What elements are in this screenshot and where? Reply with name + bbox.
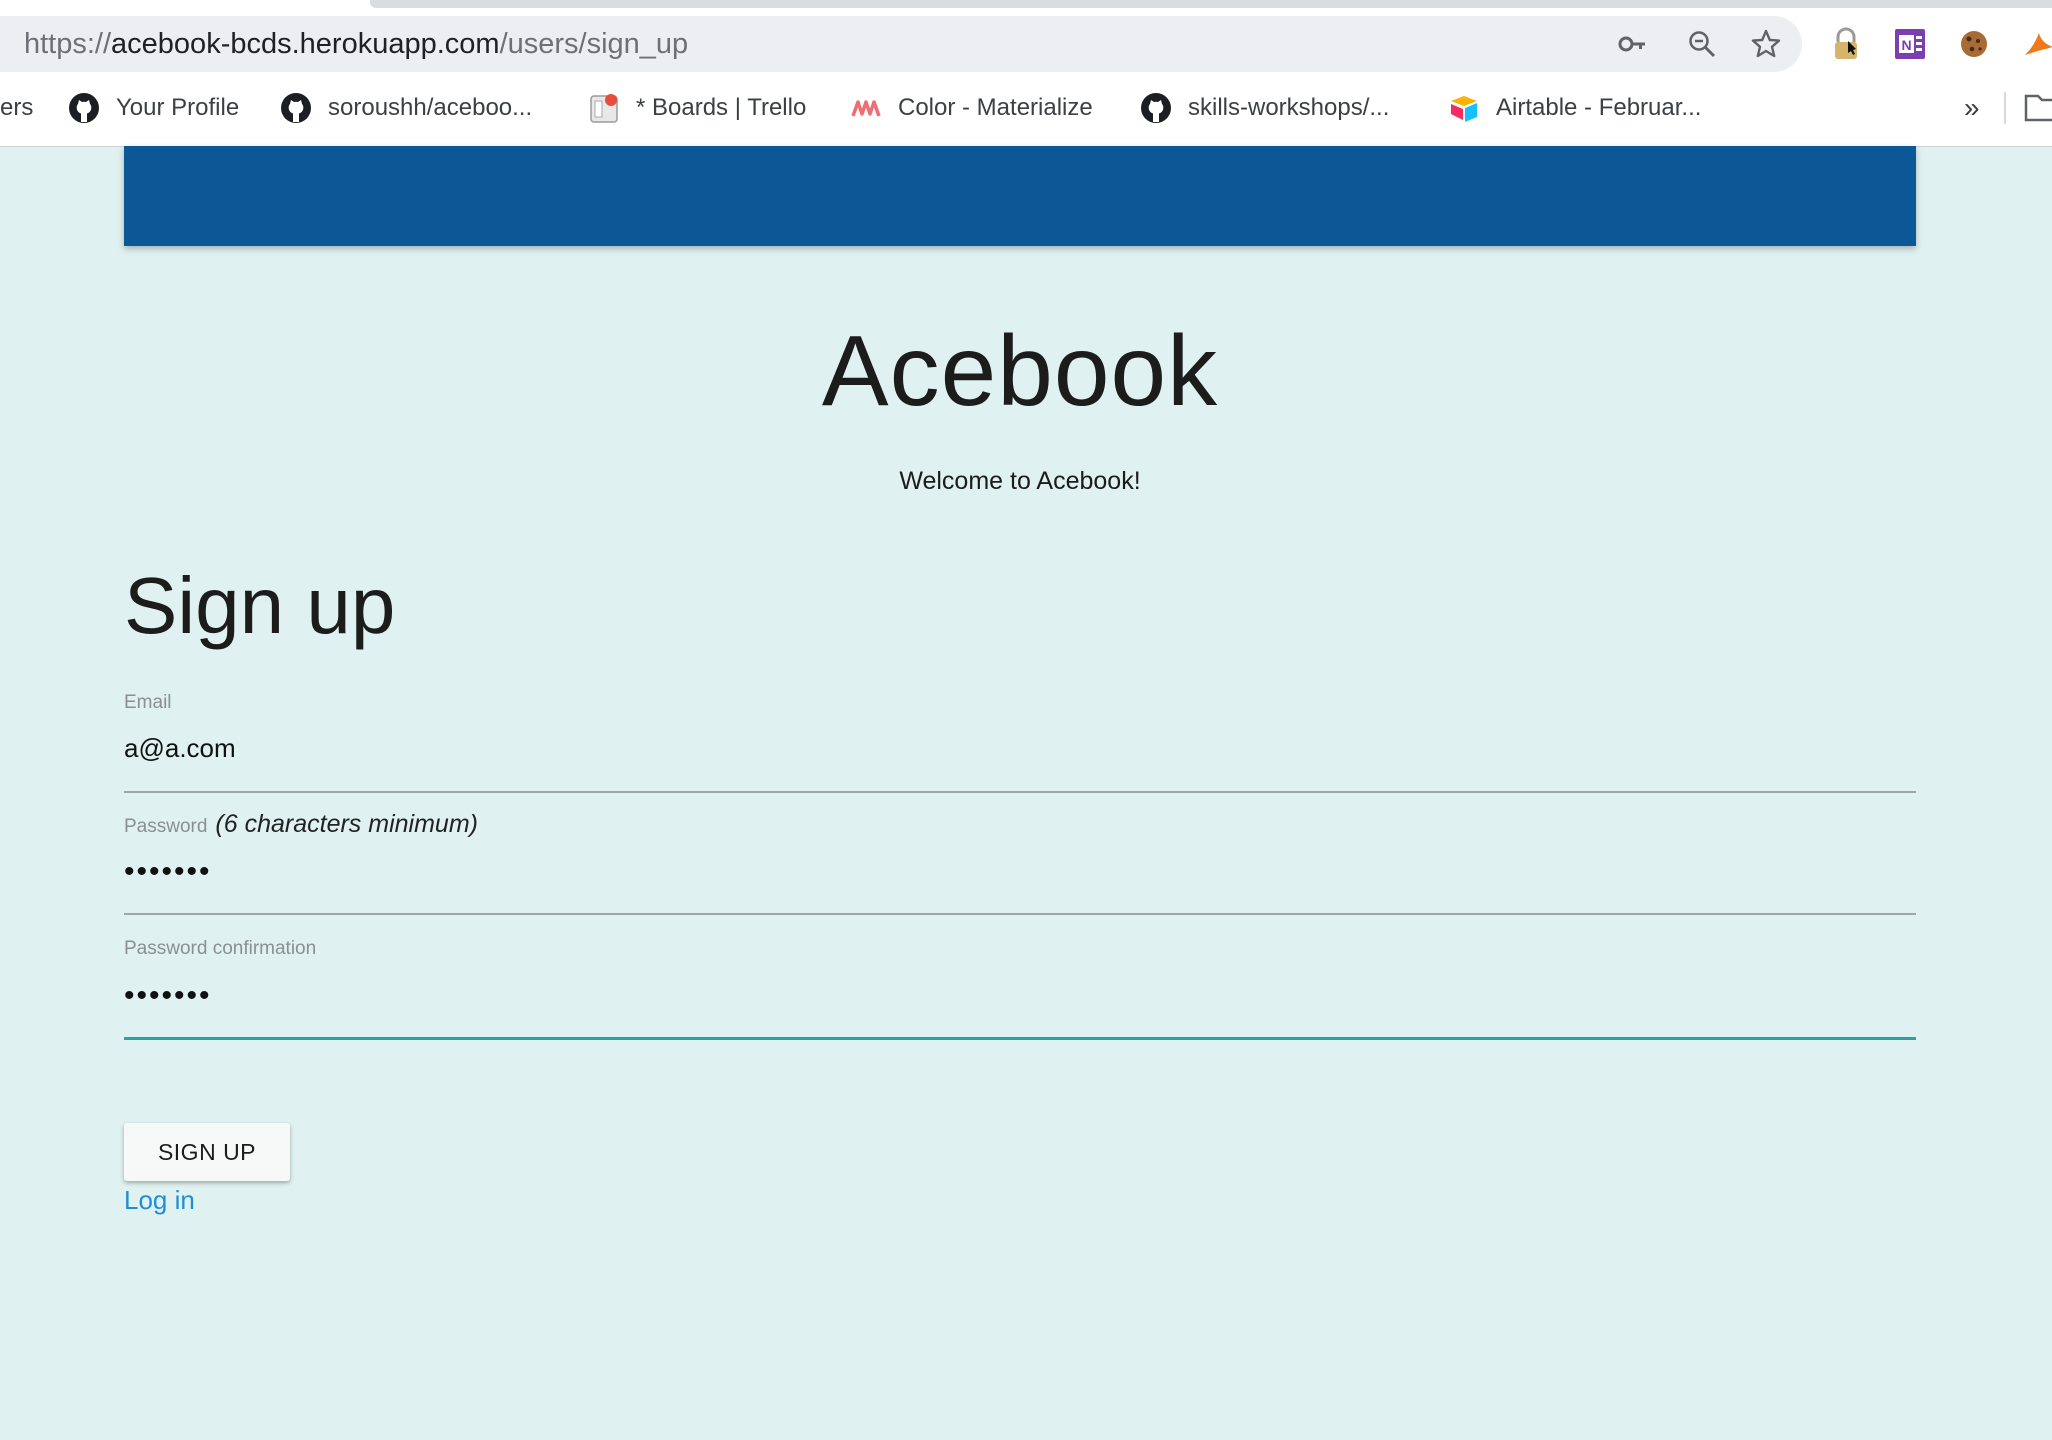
key-icon[interactable] [1612, 16, 1652, 72]
browser-chrome: https://acebook-bcds.herokuapp.com/users… [0, 0, 2052, 147]
top-navbar [124, 146, 1916, 246]
fox-extension-icon[interactable] [2018, 24, 2052, 64]
github-icon [68, 92, 100, 124]
address-bar[interactable]: https://acebook-bcds.herokuapp.com/users… [0, 16, 1802, 72]
password-confirmation-label: Password confirmation [124, 938, 317, 959]
bookmarks-bar: ers Your Profile soroushh/aceboo... * Bo… [0, 80, 2052, 136]
url-path: /users/sign_up [499, 28, 689, 60]
url-text[interactable]: https://acebook-bcds.herokuapp.com/users… [24, 16, 688, 72]
site-title: Acebook [821, 315, 1219, 427]
bookmark-label: Your Profile [116, 94, 240, 121]
folder-icon[interactable] [2024, 92, 2052, 122]
lock-extension-icon[interactable] [1826, 24, 1866, 64]
bookmark-item[interactable]: Airtable - Februar... [1448, 80, 1701, 136]
log-in-link[interactable]: Log in [124, 1185, 195, 1216]
email-underline [124, 791, 1916, 793]
url-scheme: https:// [24, 28, 112, 60]
bookmark-label: Color - Materialize [898, 94, 1093, 121]
sign-up-button[interactable]: SIGN UP [124, 1123, 290, 1181]
password-label-text: Password [124, 816, 208, 837]
bookmark-label: * Boards | Trello [636, 94, 807, 121]
bookmark-label: skills-workshops/... [1188, 94, 1390, 121]
bookmarks-divider [2004, 92, 2006, 124]
password-confirmation-underline [124, 1037, 1916, 1040]
email-field[interactable] [124, 720, 1916, 776]
star-icon[interactable] [1746, 16, 1786, 72]
materialize-icon [850, 92, 882, 124]
url-host: acebook-bcds.herokuapp.com [111, 28, 500, 60]
tab-strip [370, 0, 2052, 8]
github-icon [280, 92, 312, 124]
svg-text:N: N [1902, 37, 1912, 53]
bookmark-item[interactable]: ers [0, 80, 33, 136]
welcome-message: Welcome to Acebook! [899, 467, 1141, 495]
password-confirmation-field[interactable] [124, 968, 1916, 1024]
trello-icon [588, 92, 620, 124]
email-label: Email [124, 692, 172, 713]
zoom-out-icon[interactable] [1682, 16, 1722, 72]
bookmark-item[interactable]: * Boards | Trello [588, 80, 806, 136]
bookmark-item[interactable]: Your Profile [68, 80, 239, 136]
bookmark-item[interactable]: Color - Materialize [850, 80, 1093, 136]
bookmark-item[interactable]: skills-workshops/... [1140, 80, 1389, 136]
bookmark-item[interactable]: soroushh/aceboo... [280, 80, 532, 136]
cookie-icon[interactable] [1954, 24, 1994, 64]
bookmark-label: soroushh/aceboo... [328, 94, 533, 121]
password-hint: (6 characters minimum) [215, 810, 478, 838]
bookmarks-overflow-chevron[interactable]: » [1964, 80, 1980, 136]
password-field[interactable] [124, 844, 1916, 900]
bookmark-label: ers [0, 94, 34, 121]
airtable-icon [1448, 92, 1480, 124]
page-title: Sign up [124, 561, 396, 650]
password-underline [124, 913, 1916, 915]
password-label: Password (6 characters minimum) [124, 810, 478, 839]
onenote-icon[interactable]: N [1890, 24, 1930, 64]
bookmark-label: Airtable - Februar... [1496, 94, 1702, 121]
github-icon [1140, 92, 1172, 124]
